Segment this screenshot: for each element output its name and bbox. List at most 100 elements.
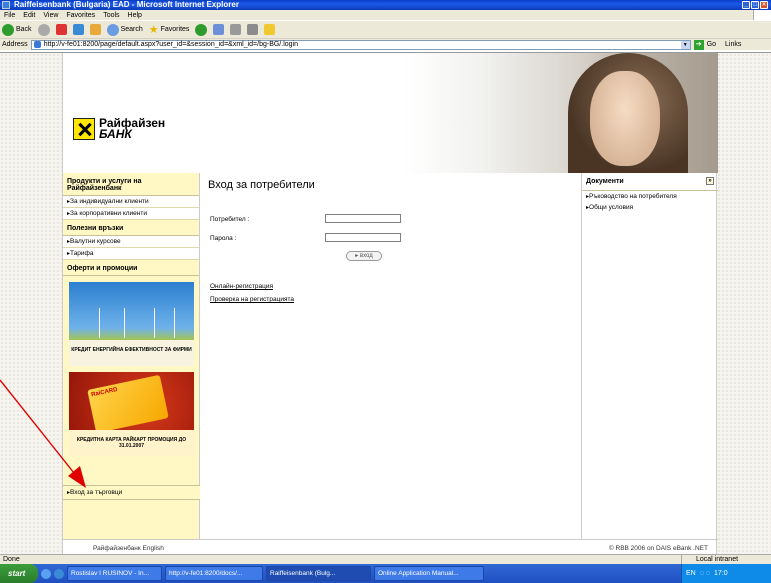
quicklaunch-desktop-icon[interactable]: [41, 568, 51, 579]
bank-page: Райфайзен БАНК Продукти и услуги на Райф…: [62, 53, 718, 555]
search-label: Search: [120, 26, 143, 33]
taskbar: start Rostislav I RUSINOV - In... http:/…: [0, 564, 771, 583]
maximize-button[interactable]: □: [751, 1, 759, 9]
password-input[interactable]: [325, 233, 401, 242]
promo-energy-caption: КРЕДИТ ЕНЕРГИЙНА ЕФЕКТИВНОСТ ЗА ФИРМИ: [69, 340, 194, 366]
taskbar-item-ie-docs[interactable]: http://v-fe01:8200/docs/...: [165, 566, 263, 581]
page-icon: [33, 41, 41, 48]
bank-logo[interactable]: Райфайзен БАНК: [73, 117, 165, 141]
language-indicator[interactable]: EN: [686, 564, 696, 583]
promo-energy-banner[interactable]: КРЕДИТ ЕНЕРГИЙНА ЕФЕКТИВНОСТ ЗА ФИРМИ: [69, 282, 194, 366]
address-input[interactable]: http://v-fe01:8200/page/default.aspx?use…: [30, 39, 691, 50]
raicard-image: RaiCARD: [87, 374, 169, 434]
menu-edit[interactable]: Edit: [23, 12, 35, 19]
background-pattern-left: [0, 53, 62, 555]
documents-title: Документи: [586, 178, 624, 185]
footer-left[interactable]: Райфайзенбанк English: [93, 545, 164, 552]
page-footer: Райфайзенбанк English © RBB 2006 on DAIS…: [63, 539, 718, 555]
history-icon[interactable]: [195, 23, 208, 36]
logo-text: Райфайзен БАНК: [99, 117, 165, 141]
sidebar-item-individual[interactable]: За индивидуални клиенти: [63, 196, 199, 208]
home-icon[interactable]: [89, 24, 101, 35]
back-label: Back: [16, 26, 32, 33]
menu-favorites[interactable]: Favorites: [66, 12, 95, 19]
refresh-icon[interactable]: [72, 24, 84, 35]
start-button[interactable]: start: [0, 564, 38, 583]
username-input[interactable]: [325, 214, 401, 223]
quicklaunch-ie-icon[interactable]: [54, 568, 64, 579]
taskbar-item-raiffeisen[interactable]: Raiffeisenbank (Bulg...: [266, 566, 371, 581]
window-title: Raiffeisenbank (Bulgaria) EAD - Microsof…: [14, 0, 239, 9]
system-tray: EN ◌ ◌ 17:0: [681, 564, 771, 583]
sidebar-item-corporate[interactable]: За корпоративни клиенти: [63, 208, 199, 220]
minimize-button[interactable]: _: [742, 1, 750, 9]
search-button[interactable]: Search: [106, 23, 143, 36]
status-text: Done: [3, 556, 20, 563]
header-photo: [403, 53, 718, 173]
password-label: Парола :: [210, 235, 237, 242]
login-panel: Вход за потребители Потребител : Парола …: [201, 173, 581, 539]
address-dropdown-icon[interactable]: ▼: [680, 40, 690, 49]
close-button[interactable]: ×: [760, 1, 768, 9]
edit-icon[interactable]: [247, 24, 259, 35]
promo-raicard-caption: КРЕДИТНА КАРТА РАЙКАРТ ПРОМОЦИЯ ДО 31.01…: [69, 430, 194, 456]
raiffeisen-logo-icon: [73, 118, 95, 140]
section-offers-title: Оферти и промоции: [63, 260, 199, 276]
browser-toolbar: Back Search ★ Favorites: [0, 20, 771, 38]
sidebar-item-tariff[interactable]: Тарифа: [63, 248, 199, 260]
wind-turbine: [154, 308, 155, 338]
page-header: Райфайзен БАНК: [63, 53, 718, 173]
search-icon: [106, 23, 119, 36]
menu-tools[interactable]: Tools: [103, 12, 119, 19]
back-button[interactable]: Back: [2, 23, 32, 36]
window-controls: _ □ ×: [742, 1, 768, 9]
trader-login-link[interactable]: Вход за търговци: [63, 485, 200, 500]
folder-icon[interactable]: [264, 24, 276, 35]
taskbar-item-manual[interactable]: Online Application Manual...: [374, 566, 484, 581]
stop-icon[interactable]: [55, 24, 67, 35]
mail-icon[interactable]: [213, 24, 225, 35]
wind-turbine: [99, 308, 100, 338]
status-bar: Done Local intranet: [0, 554, 771, 565]
page-title: Вход за потребители: [208, 179, 315, 191]
go-button[interactable]: Go: [707, 41, 716, 48]
taskbar-item-outlook[interactable]: Rostislav I RUSINOV - In...: [67, 566, 162, 581]
address-label: Address: [2, 41, 28, 48]
address-url: http://v-fe01:8200/page/default.aspx?use…: [43, 41, 298, 48]
right-sidebar: Документи » Ръководство на потребителя О…: [581, 173, 718, 539]
collapse-icon[interactable]: »: [706, 177, 714, 185]
print-icon[interactable]: [230, 24, 242, 35]
window-titlebar: Raiffeisenbank (Bulgaria) EAD - Microsof…: [0, 0, 771, 10]
wind-turbine: [174, 308, 175, 338]
menu-view[interactable]: View: [43, 12, 58, 19]
menu-file[interactable]: File: [4, 12, 15, 19]
login-button[interactable]: ▸ вход: [346, 251, 382, 261]
promo-raicard-banner[interactable]: RaiCARD КРЕДИТНА КАРТА РАЙКАРТ ПРОМОЦИЯ …: [69, 372, 194, 456]
forward-button[interactable]: [37, 23, 50, 36]
forward-arrow-icon: [37, 23, 50, 36]
username-label: Потребител :: [210, 216, 250, 223]
go-arrow-icon[interactable]: ➔: [693, 39, 704, 50]
favorites-label: Favorites: [160, 26, 190, 33]
section-products-title: Продукти и услуги на Райфайзенбанк: [63, 173, 199, 196]
favorites-button[interactable]: ★ Favorites: [149, 23, 190, 36]
doc-item-terms[interactable]: Общи условия: [582, 202, 718, 213]
sidebar-item-rates[interactable]: Валутни курсове: [63, 236, 199, 248]
left-sidebar: Продукти и услуги на Райфайзенбанк За ин…: [63, 173, 200, 539]
tray-icons[interactable]: ◌ ◌: [700, 564, 710, 583]
photo-face: [590, 71, 660, 166]
links-button[interactable]: Links: [725, 41, 741, 48]
documents-header: Документи »: [582, 173, 718, 191]
back-arrow-icon: [2, 23, 14, 36]
footer-copyright: © RBB 2006 on DAIS eBank .NET: [608, 545, 708, 552]
logo-line2: БАНК: [99, 127, 132, 141]
doc-item-manual[interactable]: Ръководство на потребителя: [582, 191, 718, 202]
windows-logo-icon: [753, 10, 771, 20]
check-registration-link[interactable]: Проверка на регистрацията: [210, 296, 294, 303]
wind-turbine: [124, 308, 125, 338]
online-registration-link[interactable]: Онлайн-регистрация: [210, 283, 273, 290]
clock: 17:0: [714, 570, 728, 577]
section-links-title: Полезни връзки: [63, 220, 199, 236]
menu-help[interactable]: Help: [128, 12, 142, 19]
browser-viewport: Райфайзен БАНК Продукти и услуги на Райф…: [0, 52, 771, 555]
